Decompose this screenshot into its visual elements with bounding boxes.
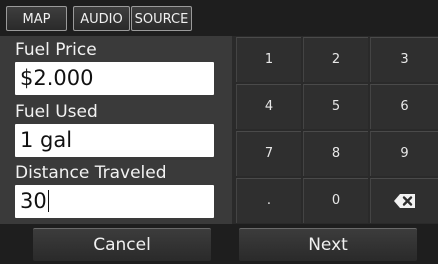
key-8[interactable]: 8 — [303, 131, 368, 176]
numeric-keypad: 1 2 3 4 5 6 7 8 9 . 0 — [236, 37, 438, 224]
tab-source[interactable]: SOURCE — [131, 6, 192, 31]
key-5[interactable]: 5 — [303, 84, 368, 129]
key-1[interactable]: 1 — [236, 37, 301, 82]
key-6[interactable]: 6 — [370, 84, 438, 129]
cancel-button[interactable]: Cancel — [33, 228, 211, 261]
tab-map[interactable]: MAP — [6, 6, 67, 31]
text-cursor — [47, 190, 50, 212]
distance-traveled-label: Distance Traveled — [15, 163, 167, 183]
key-9[interactable]: 9 — [370, 131, 438, 176]
fuel-price-field[interactable]: $2.000 — [15, 62, 214, 95]
key-7[interactable]: 7 — [236, 131, 301, 176]
tab-audio[interactable]: AUDIO — [73, 6, 130, 31]
screen: MAP AUDIO SOURCE Fuel Price $2.000 Fuel … — [0, 0, 438, 264]
backspace-icon — [393, 193, 415, 208]
bottom-action-bar: Cancel Next — [0, 224, 438, 264]
fuel-price-label: Fuel Price — [15, 40, 97, 60]
key-3[interactable]: 3 — [370, 37, 438, 82]
next-button[interactable]: Next — [239, 228, 417, 261]
key-2[interactable]: 2 — [303, 37, 368, 82]
distance-traveled-value: 30 — [20, 189, 47, 213]
fuel-form: Fuel Price $2.000 Fuel Used 1 gal Distan… — [0, 36, 232, 224]
fuel-used-label: Fuel Used — [15, 102, 98, 122]
distance-traveled-field[interactable]: 30 — [15, 185, 214, 218]
key-4[interactable]: 4 — [236, 84, 301, 129]
key-backspace[interactable] — [370, 178, 438, 223]
fuel-used-field[interactable]: 1 gal — [15, 124, 214, 157]
key-decimal[interactable]: . — [236, 178, 301, 223]
top-tab-bar: MAP AUDIO SOURCE — [0, 0, 438, 36]
key-0[interactable]: 0 — [303, 178, 368, 223]
